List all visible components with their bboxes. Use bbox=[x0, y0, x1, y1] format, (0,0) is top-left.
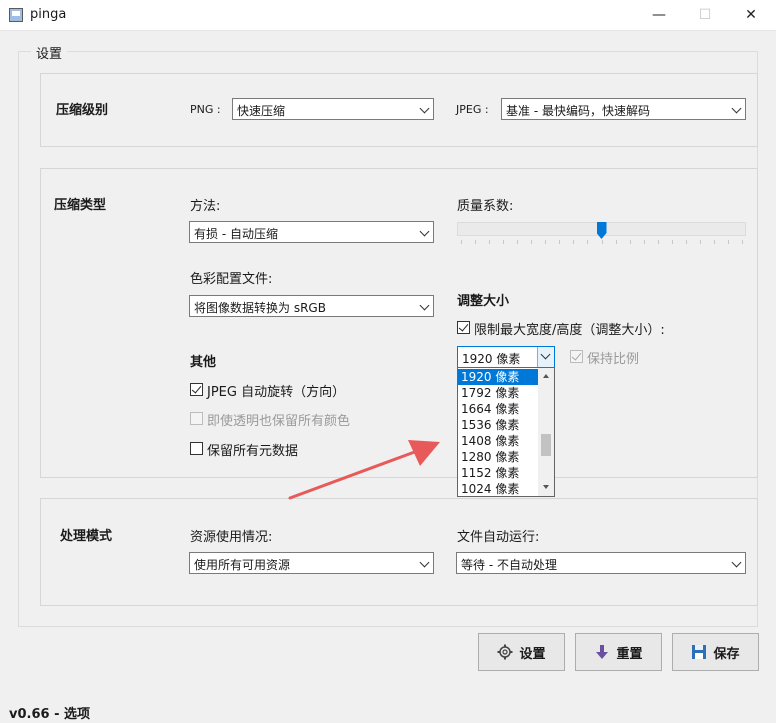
chevron-down-icon bbox=[419, 103, 430, 114]
gear-icon bbox=[497, 644, 513, 660]
save-icon bbox=[691, 644, 707, 660]
maximize-button[interactable]: ☐ bbox=[682, 0, 728, 30]
auto-run-label: 文件自动运行: bbox=[457, 530, 540, 545]
max-size-select[interactable]: 1920 像素 bbox=[457, 346, 555, 368]
keep-ratio-label: 保持比例 bbox=[587, 352, 640, 367]
slider-tick bbox=[699, 240, 701, 244]
png-select[interactable]: 快速压缩 bbox=[232, 98, 434, 120]
chevron-down-icon bbox=[419, 557, 430, 568]
app-icon bbox=[9, 8, 23, 22]
jpeg-rotate-checkbox[interactable] bbox=[190, 383, 203, 396]
slider-tick bbox=[727, 240, 729, 244]
dropdown-scrollbar[interactable] bbox=[538, 368, 554, 496]
down-arrow-icon bbox=[594, 644, 610, 660]
minimize-icon: — bbox=[652, 7, 666, 23]
chevron-down-icon bbox=[419, 226, 430, 237]
annotation-arrow-icon bbox=[288, 440, 440, 500]
size-option[interactable]: 1920 像素 bbox=[458, 369, 538, 385]
chevron-down-icon bbox=[540, 349, 551, 360]
window-title: pinga bbox=[30, 7, 67, 22]
method-select-value: 有损 - 自动压缩 bbox=[194, 227, 278, 241]
slider-tick bbox=[517, 240, 519, 244]
size-option[interactable]: 1024 像素 bbox=[458, 481, 538, 497]
reset-button-label: 重置 bbox=[616, 646, 643, 662]
compression-type-heading: 压缩类型 bbox=[54, 198, 107, 213]
slider-tick bbox=[713, 240, 715, 244]
keep-colors-label: 即使透明也保留所有颜色 bbox=[207, 414, 351, 429]
slider-tick bbox=[545, 240, 547, 244]
slider-tick bbox=[601, 240, 603, 244]
size-option[interactable]: 1280 像素 bbox=[458, 449, 538, 465]
slider-tick bbox=[461, 240, 462, 244]
chevron-down-icon bbox=[731, 103, 742, 114]
size-option[interactable]: 1536 像素 bbox=[458, 417, 538, 433]
color-profile-select[interactable]: 将图像数据转换为 sRGB bbox=[189, 295, 434, 317]
resource-label: 资源使用情况: bbox=[190, 530, 273, 545]
resource-select-value: 使用所有可用资源 bbox=[194, 558, 291, 572]
jpeg-rotate-label: JPEG 自动旋转（方向） bbox=[207, 385, 346, 400]
auto-run-select-value: 等待 - 不自动处理 bbox=[461, 558, 557, 572]
reset-button[interactable]: 重置 bbox=[575, 633, 662, 671]
png-select-value: 快速压缩 bbox=[237, 104, 286, 118]
slider-tick bbox=[475, 240, 477, 244]
slider-tick bbox=[559, 240, 561, 244]
settings-group-title: 设置 bbox=[31, 43, 68, 62]
jpeg-select[interactable]: 基准 - 最快编码，快速解码 bbox=[501, 98, 746, 120]
maximize-icon: ☐ bbox=[698, 7, 712, 23]
quality-label: 质量系数: bbox=[457, 199, 514, 214]
slider-tick bbox=[573, 240, 575, 244]
compression-level-heading: 压缩级别 bbox=[56, 103, 109, 118]
settings-button[interactable]: 设置 bbox=[478, 633, 565, 671]
chevron-down-icon bbox=[731, 557, 742, 568]
settings-button-label: 设置 bbox=[519, 646, 546, 662]
png-label: PNG : bbox=[190, 103, 221, 116]
size-option[interactable]: 1408 像素 bbox=[458, 433, 538, 449]
other-heading: 其他 bbox=[190, 355, 217, 370]
method-select[interactable]: 有损 - 自动压缩 bbox=[189, 221, 434, 243]
slider-tick bbox=[685, 240, 687, 244]
color-profile-label: 色彩配置文件: bbox=[190, 272, 273, 287]
slider-tick bbox=[643, 240, 645, 244]
slider-tick bbox=[629, 240, 631, 244]
auto-run-select[interactable]: 等待 - 不自动处理 bbox=[456, 552, 746, 574]
status-text: v0.66 - 选项 bbox=[9, 707, 90, 722]
max-size-select-value: 1920 像素 bbox=[462, 352, 521, 366]
keep-metadata-checkbox[interactable] bbox=[190, 442, 203, 455]
scroll-up-icon[interactable] bbox=[543, 374, 549, 378]
limit-size-checkbox[interactable] bbox=[457, 321, 470, 334]
chevron-down-icon bbox=[419, 300, 430, 311]
status-bar: v0.66 - 选项 bbox=[0, 699, 776, 723]
save-button[interactable]: 保存 bbox=[672, 633, 759, 671]
slider-tick bbox=[615, 240, 617, 244]
processing-mode-heading: 处理模式 bbox=[60, 529, 113, 544]
resize-heading: 调整大小 bbox=[457, 294, 510, 309]
resource-select[interactable]: 使用所有可用资源 bbox=[189, 552, 434, 574]
jpeg-label: JPEG : bbox=[456, 103, 489, 116]
keep-ratio-checkbox[interactable] bbox=[570, 350, 583, 363]
close-icon: ✕ bbox=[745, 7, 757, 23]
title-bar: pinga — ☐ ✕ bbox=[0, 0, 776, 31]
keep-colors-checkbox[interactable] bbox=[190, 412, 203, 425]
minimize-button[interactable]: — bbox=[636, 0, 682, 30]
jpeg-select-value: 基准 - 最快编码，快速解码 bbox=[506, 104, 650, 118]
size-option[interactable]: 1152 像素 bbox=[458, 465, 538, 481]
slider-tick bbox=[587, 240, 589, 244]
slider-tick bbox=[531, 240, 533, 244]
scroll-down-icon[interactable] bbox=[543, 485, 549, 489]
size-option[interactable]: 1664 像素 bbox=[458, 401, 538, 417]
slider-tick bbox=[742, 240, 743, 244]
slider-tick bbox=[503, 240, 505, 244]
max-size-dropdown-list[interactable]: 1920 像素 1792 像素 1664 像素 1536 像素 1408 像素 1280 … bbox=[457, 367, 555, 497]
save-button-label: 保存 bbox=[713, 646, 740, 662]
size-option[interactable]: 1792 像素 bbox=[458, 385, 538, 401]
slider-tick bbox=[489, 240, 491, 244]
scrollbar-thumb[interactable] bbox=[541, 434, 551, 456]
close-button[interactable]: ✕ bbox=[728, 0, 774, 30]
slider-tick bbox=[657, 240, 659, 244]
color-profile-select-value: 将图像数据转换为 sRGB bbox=[194, 301, 326, 315]
method-label: 方法: bbox=[190, 199, 221, 214]
max-size-dropdown-button[interactable] bbox=[537, 347, 554, 367]
slider-tick bbox=[671, 240, 673, 244]
limit-size-label: 限制最大宽度/高度（调整大小）: bbox=[474, 323, 665, 338]
